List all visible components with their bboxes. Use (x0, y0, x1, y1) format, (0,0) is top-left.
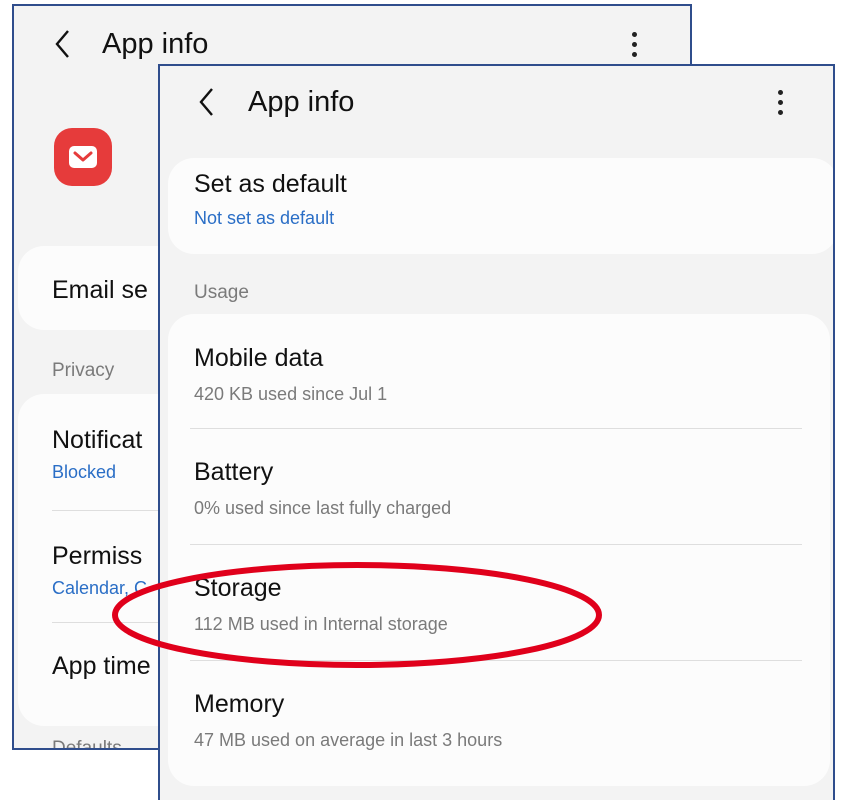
more-options-button[interactable] (770, 82, 790, 122)
front-screen: App info Set as default Not set as defau… (158, 64, 835, 800)
envelope-icon (69, 146, 97, 168)
page-title: App info (248, 86, 355, 118)
privacy-section-label: Privacy (52, 360, 115, 381)
permissions-value: Calendar, C (52, 578, 148, 598)
storage-detail: 112 MB used in Internal storage (194, 614, 448, 634)
memory-label: Memory (194, 690, 285, 718)
divider (190, 428, 802, 429)
more-options-button[interactable] (624, 24, 644, 64)
set-default-card[interactable]: Set as default Not set as default (168, 158, 833, 254)
chevron-left-icon (55, 30, 69, 58)
notifications-label: Notificat (52, 426, 143, 454)
mobile-data-label: Mobile data (194, 344, 324, 372)
set-default-value: Not set as default (194, 208, 335, 228)
permissions-label: Permiss (52, 542, 143, 570)
email-settings-label: Email se (52, 276, 148, 304)
usage-card: Mobile data 420 KB used since Jul 1 Batt… (168, 314, 830, 786)
chevron-left-icon (199, 88, 213, 116)
front-top-bar: App info (160, 66, 833, 144)
app-timer-label: App time (52, 652, 151, 680)
memory-detail: 47 MB used on average in last 3 hours (194, 730, 503, 750)
more-vert-icon (777, 89, 783, 95)
email-app-icon (54, 128, 112, 186)
battery-label: Battery (194, 458, 274, 486)
divider (190, 660, 802, 661)
battery-detail: 0% used since last fully charged (194, 498, 452, 518)
storage-label: Storage (194, 574, 282, 602)
set-default-label: Set as default (194, 170, 347, 198)
divider (190, 544, 802, 545)
back-button[interactable] (192, 82, 222, 122)
more-vert-icon (631, 31, 637, 37)
page-title: App info (102, 28, 209, 60)
defaults-section-label: Defaults (52, 738, 122, 750)
mobile-data-detail: 420 KB used since Jul 1 (194, 384, 388, 404)
back-button[interactable] (48, 24, 78, 64)
usage-section-label: Usage (194, 282, 249, 303)
notifications-value: Blocked (52, 462, 117, 482)
